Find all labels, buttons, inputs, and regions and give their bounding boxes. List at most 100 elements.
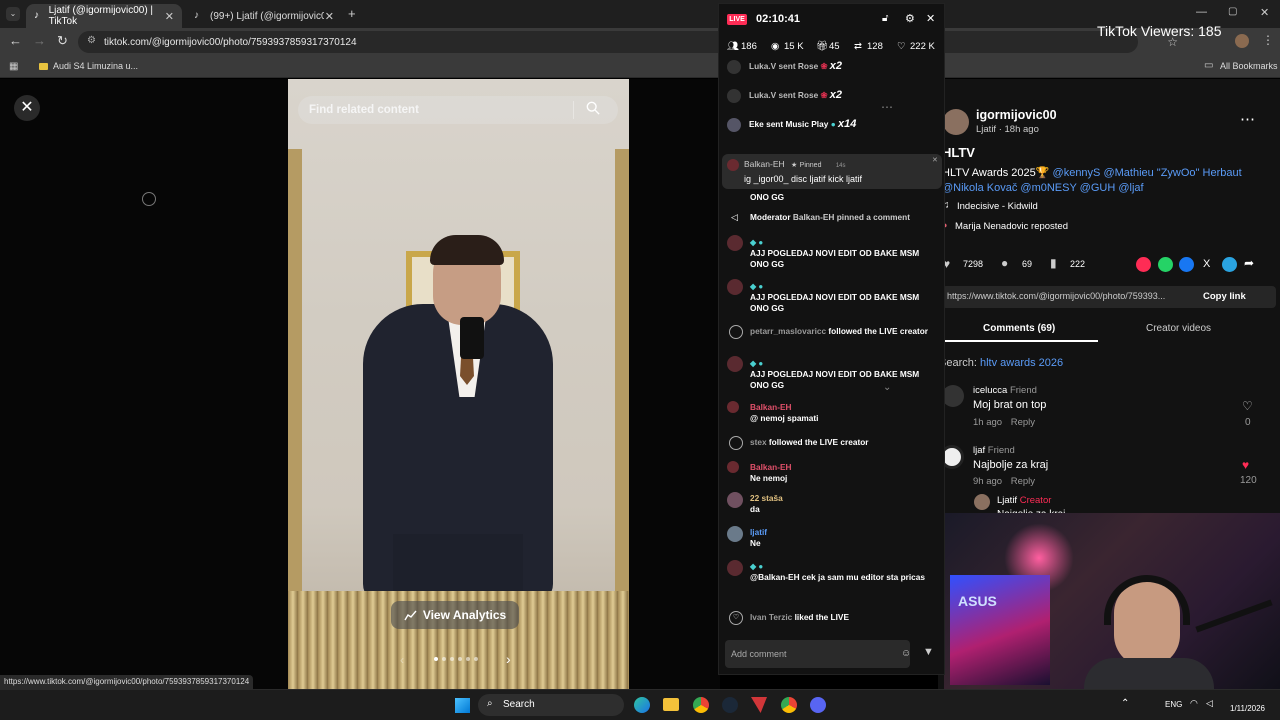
taskbar-date[interactable]: 1/11/2026: [1230, 704, 1265, 713]
music-title[interactable]: Indecisive - Kidwild: [957, 201, 1038, 212]
message-user[interactable]: Balkan-EH: [750, 462, 940, 473]
more-options-icon[interactable]: ⋯: [1240, 110, 1255, 128]
view-analytics-button[interactable]: View Analytics: [391, 601, 519, 629]
message-user[interactable]: 22 staša: [750, 493, 940, 504]
related-search[interactable]: Search: hltv awards 2026: [939, 357, 1063, 369]
close-tab-icon[interactable]: ✕: [165, 10, 174, 23]
forward-button[interactable]: →: [33, 33, 46, 48]
page-dot[interactable]: [434, 657, 438, 661]
lock-icon[interactable]: 🔓︎: [882, 13, 888, 24]
language-indicator[interactable]: ENG: [1165, 700, 1182, 709]
facebook-icon[interactable]: [1179, 257, 1194, 272]
gear-icon[interactable]: ⚙: [905, 12, 915, 25]
share-icon[interactable]: ➦: [1244, 256, 1254, 270]
heart-filled-icon[interactable]: ♥: [1242, 458, 1249, 472]
close-viewer-button[interactable]: ✕: [14, 95, 40, 121]
more-options-icon[interactable]: ⋯: [881, 100, 893, 114]
chat-avatar[interactable]: [727, 461, 739, 473]
close-pinned-icon[interactable]: ✕: [932, 156, 938, 164]
page-dot[interactable]: [450, 657, 454, 661]
valorant-icon[interactable]: [751, 697, 767, 713]
add-comment-input[interactable]: Add comment ☺: [725, 640, 911, 668]
copy-link-button[interactable]: Copy link: [1203, 291, 1246, 302]
comment-user[interactable]: icelucca: [973, 385, 1007, 396]
next-photo-icon[interactable]: ›: [506, 651, 511, 667]
all-bookmarks[interactable]: All Bookmarks: [1220, 61, 1278, 71]
maximize-button[interactable]: ▢: [1228, 6, 1237, 17]
tab-creator-videos[interactable]: Creator videos: [1146, 323, 1211, 334]
message-user[interactable]: petarr_maslovaricc: [750, 326, 826, 336]
tab-tiktok-active[interactable]: ♪ Ljatif (@igormijovic00) | TikTok ✕: [26, 4, 182, 28]
comment-avatar[interactable]: [974, 494, 990, 510]
filter-icon[interactable]: ▼: [923, 646, 934, 658]
volume-icon[interactable]: ◁: [1206, 698, 1213, 709]
comment-avatar[interactable]: [942, 385, 964, 407]
menu-icon[interactable]: ⋮: [1262, 33, 1274, 47]
search-icon[interactable]: [586, 101, 602, 117]
taskbar-search[interactable]: ⌕ Search: [478, 694, 624, 716]
minimize-button[interactable]: —: [1196, 6, 1207, 18]
chat-avatar[interactable]: [727, 401, 739, 413]
file-explorer-icon[interactable]: [663, 698, 679, 711]
close-tab-icon[interactable]: ✕: [325, 10, 334, 23]
edge-icon[interactable]: [634, 697, 650, 713]
page-dot[interactable]: [442, 657, 446, 661]
find-related-search[interactable]: Find related content: [298, 96, 618, 124]
tab-comments[interactable]: Comments (69): [983, 323, 1055, 334]
site-info-icon[interactable]: ⚙: [87, 35, 96, 46]
gift-user[interactable]: Luka.V: [749, 61, 776, 71]
search-term[interactable]: hltv awards 2026: [980, 357, 1063, 369]
telegram-icon[interactable]: [1222, 257, 1237, 272]
message-user[interactable]: Balkan-EH: [750, 402, 940, 413]
prev-photo-icon[interactable]: ‹: [400, 653, 404, 667]
wifi-icon[interactable]: ◠: [1190, 698, 1198, 709]
scroll-down-icon[interactable]: ⌄: [883, 382, 891, 393]
whatsapp-icon[interactable]: [1158, 257, 1173, 272]
post-username[interactable]: igormijovic00: [976, 108, 1057, 122]
steam-icon[interactable]: [722, 697, 738, 713]
new-tab-button[interactable]: +: [348, 6, 356, 21]
comment-icon[interactable]: ●: [1001, 256, 1008, 270]
tab-tiktok-2[interactable]: ♪ (99+) Ljatif (@igormijovic00) | Ti ✕: [186, 4, 342, 28]
pinned-comment[interactable]: Balkan-EH ★ Pinned 14s ig _igor00_ disc …: [722, 154, 942, 189]
comment-user[interactable]: ljaf: [973, 445, 985, 456]
close-icon[interactable]: ✕: [926, 12, 935, 25]
chat-avatar[interactable]: [727, 279, 743, 295]
reply-button[interactable]: Reply: [1011, 476, 1035, 487]
page-dot[interactable]: [474, 657, 478, 661]
emoji-icon[interactable]: ☺: [901, 640, 911, 668]
chat-avatar[interactable]: [727, 235, 743, 251]
chat-avatar[interactable]: [727, 560, 743, 576]
reply-button[interactable]: Reply: [1011, 417, 1035, 428]
chrome-active-icon[interactable]: [781, 697, 797, 713]
chat-avatar[interactable]: [727, 356, 743, 372]
profile-avatar[interactable]: [1235, 34, 1249, 48]
page-dot[interactable]: [458, 657, 462, 661]
message-user[interactable]: ljatif: [750, 527, 940, 538]
chrome-icon[interactable]: [693, 697, 709, 713]
url-field[interactable]: ⚙ tiktok.com/@igormijovic00/photo/759393…: [78, 31, 1178, 53]
windows-start-icon[interactable]: [455, 698, 470, 713]
close-window-button[interactable]: ✕: [1260, 6, 1269, 19]
page-dot[interactable]: [466, 657, 470, 661]
x-icon[interactable]: X: [1203, 258, 1210, 270]
heart-icon[interactable]: ♡: [1242, 399, 1253, 413]
message-user[interactable]: Ivan Terzic: [750, 612, 792, 622]
message-user[interactable]: stex: [750, 437, 767, 447]
bookmark-icon[interactable]: ▮: [1050, 256, 1057, 270]
comment-user[interactable]: Ljatif: [997, 495, 1017, 506]
back-button[interactable]: ←: [9, 33, 22, 48]
apps-icon[interactable]: ▦: [9, 61, 18, 72]
chat-avatar[interactable]: [727, 526, 743, 542]
discord-icon[interactable]: [810, 697, 826, 713]
tab-list-button[interactable]: ⌄: [6, 7, 20, 21]
bookmark-audi[interactable]: Audi S4 Limuzina u...: [53, 61, 138, 71]
tray-chevron-icon[interactable]: ⌃: [1121, 698, 1129, 709]
reload-button[interactable]: ↻: [57, 33, 68, 49]
post-photo[interactable]: Find related content View Analytics ‹ ›: [288, 79, 629, 689]
pinned-user[interactable]: Balkan-EH: [744, 159, 785, 169]
gift-user[interactable]: Luka.V: [749, 90, 776, 100]
gift-user[interactable]: Eke: [749, 119, 764, 129]
share-repost-icon[interactable]: [1136, 257, 1151, 272]
chat-avatar[interactable]: [727, 492, 743, 508]
